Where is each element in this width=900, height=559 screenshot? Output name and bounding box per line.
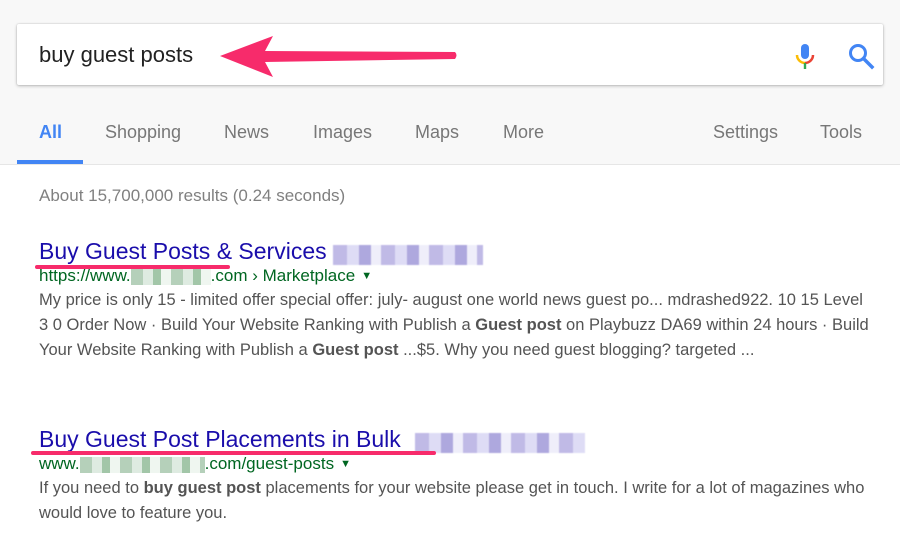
result-stats: About 15,700,000 results (0.24 seconds) <box>39 186 346 205</box>
result-url: https://www. .com › Marketplace ▼ <box>39 266 869 286</box>
result-title-link[interactable]: Buy Guest Posts & Services <box>39 238 327 265</box>
annotation-underline <box>35 265 230 269</box>
tab-more[interactable]: More <box>503 122 544 143</box>
result-snippet: My price is only 15 - limited offer spec… <box>39 288 869 363</box>
result-snippet: If you need to buy guest post placements… <box>39 476 869 526</box>
active-tab-indicator <box>17 160 83 164</box>
search-tabs: All Shopping News Images Maps More Setti… <box>0 112 900 165</box>
annotation-underline <box>31 451 436 455</box>
search-box <box>17 24 883 85</box>
result-url: www. .com/guest-posts ▼ <box>39 454 869 474</box>
tab-shopping[interactable]: Shopping <box>105 122 181 143</box>
url-dropdown-caret-icon[interactable]: ▼ <box>361 270 372 282</box>
snippet-highlight: Guest post <box>475 316 562 334</box>
microphone-icon[interactable] <box>793 42 817 72</box>
result-title-link[interactable]: Buy Guest Post Placements in Bulk <box>39 426 401 453</box>
snippet-text: If you need to <box>39 479 144 497</box>
settings-link[interactable]: Settings <box>713 122 778 143</box>
redacted-title-suffix <box>333 244 484 265</box>
redacted-domain <box>130 268 211 285</box>
tab-images[interactable]: Images <box>313 122 372 143</box>
snippet-highlight: buy guest post <box>143 479 261 497</box>
tab-maps[interactable]: Maps <box>415 122 459 143</box>
search-icon[interactable] <box>847 42 875 70</box>
search-input[interactable] <box>39 38 739 72</box>
url-prefix: www. <box>39 454 80 473</box>
tools-link[interactable]: Tools <box>820 122 862 143</box>
redacted-title-suffix <box>415 432 586 453</box>
search-result: Buy Guest Posts & Services https://www..… <box>39 238 869 363</box>
url-dropdown-caret-icon[interactable]: ▼ <box>340 458 351 470</box>
tab-news[interactable]: News <box>224 122 269 143</box>
snippet-highlight: Guest post <box>312 341 399 359</box>
snippet-text: ...$5. Why you need guest blogging? targ… <box>398 341 755 359</box>
redacted-domain <box>79 456 205 473</box>
search-result: Buy Guest Post Placements in Bulk www. .c… <box>39 426 869 526</box>
url-suffix: .com/guest-posts <box>204 454 335 473</box>
tab-all[interactable]: All <box>39 122 62 143</box>
url-suffix: .com › Marketplace <box>210 266 356 285</box>
